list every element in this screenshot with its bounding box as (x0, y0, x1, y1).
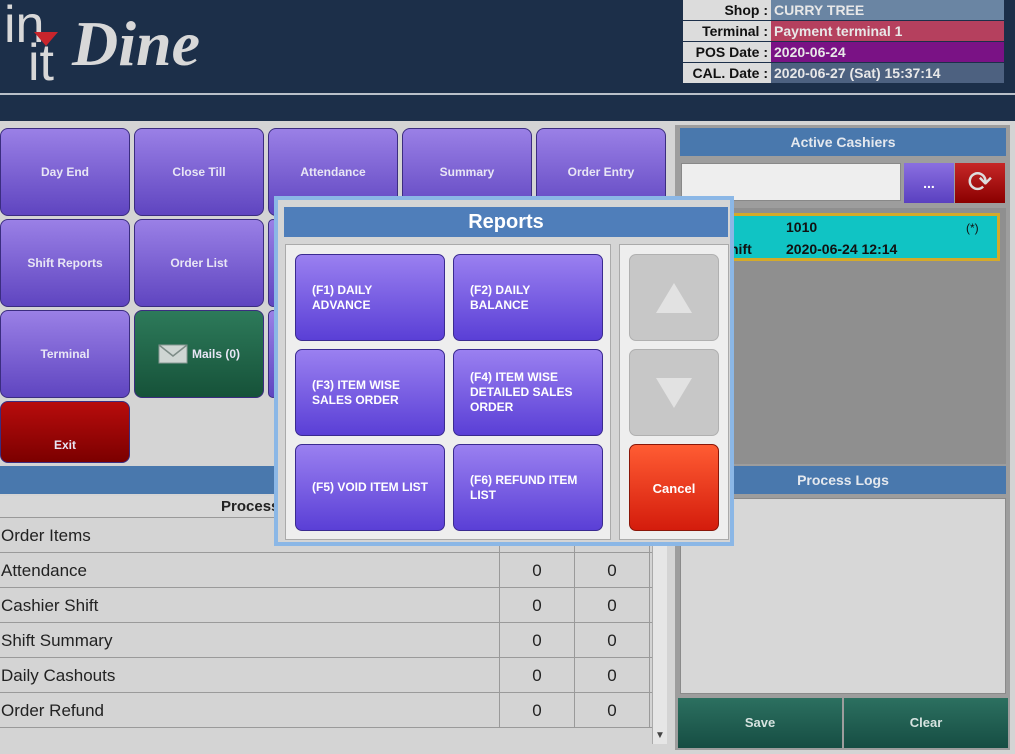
close-till-button[interactable]: Close Till (134, 128, 264, 216)
logo-text-it: it (28, 34, 54, 92)
row-count-b: 0 (575, 623, 650, 657)
item-wise-detailed-sales-order-button[interactable]: (F4) ITEM WISE DETAILED SALES ORDER (453, 349, 603, 436)
row-name: Cashier Shift (0, 588, 500, 622)
pos-date-info: POS Date : 2020-06-24 (683, 42, 1004, 62)
scroll-down-arrow-icon[interactable]: ▼ (655, 730, 665, 741)
reports-dialog-title: Reports (284, 207, 728, 237)
row-name: Order Refund (0, 693, 500, 727)
sub-header-bar (0, 93, 1015, 121)
row-count-b: 0 (575, 588, 650, 622)
table-row[interactable]: Daily Cashouts 0 0 (0, 658, 652, 693)
item-wise-sales-order-button[interactable]: (F3) ITEM WISE SALES ORDER (295, 349, 445, 436)
mail-icon (158, 344, 188, 364)
shop-label: Shop : (683, 0, 771, 20)
arrow-up-icon (656, 282, 692, 313)
shift-reports-button[interactable]: Shift Reports (0, 219, 130, 307)
shop-value: CURRY TREE (771, 0, 1004, 20)
row-count-b: 0 (575, 693, 650, 727)
row-name: Attendance (0, 553, 500, 587)
clear-button[interactable]: Clear (844, 698, 1008, 748)
active-cashiers-title: Active Cashiers (680, 128, 1006, 156)
void-item-list-button[interactable]: (F5) VOID ITEM LIST (295, 444, 445, 531)
order-list-button[interactable]: Order List (134, 219, 264, 307)
daily-balance-button[interactable]: (F2) DAILY BALANCE (453, 254, 603, 341)
row-name: Daily Cashouts (0, 658, 500, 692)
row-count-a: 0 (500, 658, 575, 692)
cashier-shift-date: 2020-06-24 12:14 (786, 241, 898, 257)
mails-button[interactable]: Mails (0) (134, 310, 264, 398)
cashier-id: 1010 (786, 219, 818, 235)
exit-button[interactable]: Exit (0, 401, 130, 463)
reports-dialog: Reports (F1) DAILY ADVANCE (F2) DAILY BA… (274, 196, 734, 546)
cancel-button[interactable]: Cancel (629, 444, 719, 531)
mails-label: Mails (0) (191, 347, 240, 361)
scroll-down-button[interactable] (629, 349, 719, 436)
terminal-value: Payment terminal 1 (771, 21, 1004, 41)
reports-nav-panel: Cancel (619, 244, 729, 540)
table-row[interactable]: Attendance 0 0 (0, 553, 652, 588)
terminal-button[interactable]: Terminal (0, 310, 130, 398)
cal-date-value: 2020-06-27 (Sat) 15:37:14 (771, 63, 1004, 83)
reports-button-grid: (F1) DAILY ADVANCE (F2) DAILY BALANCE (F… (285, 244, 611, 540)
shop-info: Shop : CURRY TREE (683, 0, 1004, 20)
daily-advance-button[interactable]: (F1) DAILY ADVANCE (295, 254, 445, 341)
pos-date-value: 2020-06-24 (771, 42, 1004, 62)
cashier-more-button[interactable]: ... (904, 163, 954, 203)
table-row[interactable]: Cashier Shift 0 0 (0, 588, 652, 623)
row-count-a: 0 (500, 553, 575, 587)
row-count-a: 0 (500, 623, 575, 657)
cashier-marker: (*) (966, 221, 979, 235)
arrow-down-icon (656, 377, 692, 408)
cal-date-label: CAL. Date : (683, 63, 771, 83)
scroll-up-button[interactable] (629, 254, 719, 341)
cal-date-info: CAL. Date : 2020-06-27 (Sat) 15:37:14 (683, 63, 1004, 83)
terminal-info: Terminal : Payment terminal 1 (683, 21, 1004, 41)
logo-text-dine: Dine (72, 8, 200, 79)
row-count-b: 0 (575, 658, 650, 692)
table-scrollbar[interactable] (652, 518, 667, 744)
table-row[interactable]: Order Refund 0 0 (0, 693, 652, 728)
row-count-a: 0 (500, 588, 575, 622)
row-count-a: 0 (500, 693, 575, 727)
day-end-button[interactable]: Day End (0, 128, 130, 216)
save-button[interactable]: Save (678, 698, 842, 748)
row-count-b: 0 (575, 553, 650, 587)
refresh-icon[interactable]: ⟳ (955, 163, 1005, 203)
table-row[interactable]: Shift Summary 0 0 (0, 623, 652, 658)
refund-item-list-button[interactable]: (F6) REFUND ITEM LIST (453, 444, 603, 531)
app-header: in it Dine Shop : CURRY TREE Terminal : … (0, 0, 1015, 93)
pos-date-label: POS Date : (683, 42, 771, 62)
row-name: Shift Summary (0, 623, 500, 657)
terminal-label: Terminal : (683, 21, 771, 41)
process-section-bar (0, 466, 276, 494)
